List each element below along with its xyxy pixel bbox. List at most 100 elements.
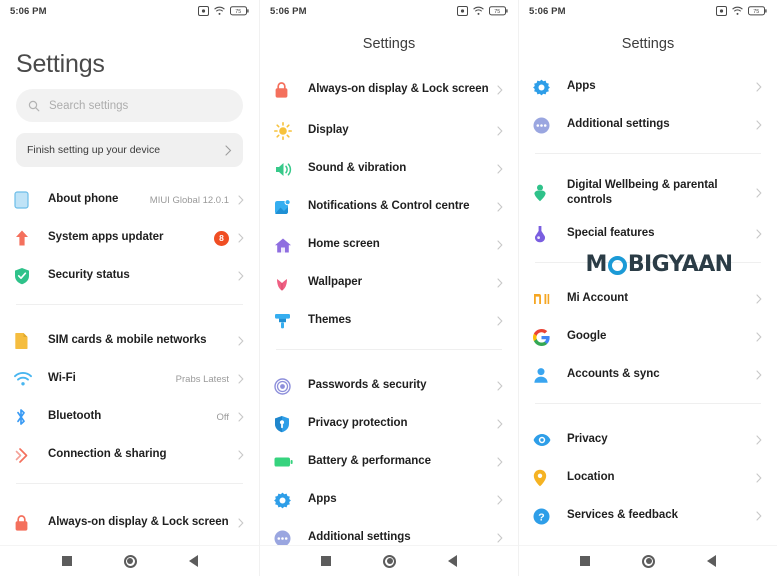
lock-icon: [274, 81, 308, 99]
list-item-special-features[interactable]: Special features: [519, 215, 777, 253]
chevron-right-icon: [495, 164, 504, 174]
list-item-mi-account[interactable]: Mi Account: [519, 280, 777, 318]
svg-text:?: ?: [538, 511, 544, 523]
finish-setup-button[interactable]: Finish setting up your device: [16, 133, 243, 167]
home-button[interactable]: [123, 554, 137, 568]
settings-group: Always-on display & Lock screen: [0, 501, 259, 545]
svg-text:75: 75: [494, 9, 500, 15]
battery-icon: 75: [230, 6, 249, 16]
list-item-about-phone[interactable]: About phone MIUI Global 12.0.1: [0, 181, 259, 219]
list-item-additional-settings[interactable]: Additional settings: [260, 519, 518, 545]
chevron-right-icon: [236, 271, 245, 281]
chevron-right-icon: [236, 374, 245, 384]
list-item-apps[interactable]: Apps: [519, 68, 777, 106]
list-item-label: Google: [567, 330, 607, 343]
list-item-notifications[interactable]: Notifications & Control centre: [260, 188, 518, 226]
setup-promo-container: Finish setting up your device: [0, 122, 259, 167]
list-item-google[interactable]: Google: [519, 318, 777, 356]
chevron-right-icon: [495, 419, 504, 429]
recents-button[interactable]: [61, 556, 72, 566]
chevron-right-icon: [495, 278, 504, 288]
location-pin-icon: [533, 469, 567, 487]
list-item-system-apps-updater[interactable]: System apps updater 8: [0, 219, 259, 257]
settings-list-2: Always-on display & Lock screen Display …: [260, 68, 518, 545]
list-item-connection-sharing[interactable]: Connection & sharing: [0, 436, 259, 474]
list-item-security-status[interactable]: Security status: [0, 257, 259, 295]
list-item-services-feedback[interactable]: ? Services & feedback: [519, 497, 777, 535]
mi-logo-icon: [533, 292, 567, 306]
battery-icon: [274, 456, 308, 468]
chevron-right-icon: [495, 533, 504, 543]
list-item-always-on-display[interactable]: Always-on display & Lock screen: [0, 501, 259, 545]
group-divider: [16, 304, 243, 305]
home-button[interactable]: [383, 554, 396, 568]
list-item-label: SIM cards & mobile networks: [48, 334, 207, 347]
list-item-label: Connection & sharing: [48, 448, 167, 461]
search-placeholder: Search settings: [49, 99, 129, 112]
group-divider: [535, 153, 761, 154]
back-button[interactable]: [448, 555, 457, 567]
status-bar: 5:06 PM 75: [519, 0, 777, 22]
lock-icon: [14, 514, 48, 532]
gear-icon: [274, 492, 308, 509]
list-item-apps[interactable]: Apps: [260, 481, 518, 519]
recents-button[interactable]: [321, 556, 331, 566]
list-item-label: Digital Wellbeing & parental controls: [567, 178, 718, 206]
status-time: 5:06 PM: [529, 5, 566, 17]
chevron-right-icon: [225, 144, 232, 156]
list-item-wifi[interactable]: Wi-Fi Prabs Latest: [0, 360, 259, 398]
three-screenshot-strip: 5:06 PM 75 Settings Search settings Fini…: [0, 0, 777, 576]
google-icon: [533, 328, 567, 346]
list-item-privacy-protection[interactable]: Privacy protection: [260, 405, 518, 443]
list-item-battery-performance[interactable]: Battery & performance: [260, 443, 518, 481]
settings-screen-2: 5:06 PM 75 Settings Always-on display & …: [259, 0, 518, 576]
svg-text:75: 75: [235, 9, 241, 15]
list-item-passwords-security[interactable]: Passwords & security: [260, 367, 518, 405]
chevron-right-icon: [754, 188, 763, 198]
list-item-label: Battery & performance: [308, 455, 431, 468]
list-item-additional-settings[interactable]: Additional settings: [519, 106, 777, 144]
search-input[interactable]: Search settings: [16, 89, 243, 122]
list-item-label: Privacy protection: [308, 417, 408, 430]
settings-group: Digital Wellbeing & parental controls Sp…: [519, 171, 777, 253]
list-item-sound-vibration[interactable]: Sound & vibration: [260, 150, 518, 188]
home-icon: [274, 237, 308, 254]
list-item-sim-cards[interactable]: SIM cards & mobile networks: [0, 322, 259, 360]
list-item-label: About phone: [48, 193, 119, 206]
list-item-accounts-sync[interactable]: Accounts & sync: [519, 356, 777, 394]
phone-icon: [14, 191, 48, 209]
list-item-label: Mi Account: [567, 292, 629, 305]
recents-button[interactable]: [580, 556, 590, 566]
list-item-privacy[interactable]: Privacy: [519, 421, 777, 459]
screenshot-icon: [457, 6, 468, 16]
chevron-right-icon: [236, 195, 245, 205]
finish-setup-label: Finish setting up your device: [27, 144, 161, 156]
wellbeing-icon: [533, 184, 567, 202]
chevron-right-icon: [495, 126, 504, 136]
navigation-bar: [0, 545, 259, 576]
list-item-home-screen[interactable]: Home screen: [260, 226, 518, 264]
list-item-wallpaper[interactable]: Wallpaper: [260, 264, 518, 302]
home-button[interactable]: [642, 554, 655, 568]
chevron-right-icon: [754, 82, 763, 92]
flask-icon: [533, 225, 567, 243]
sim-card-icon: [14, 332, 48, 350]
navigation-bar: [519, 545, 777, 576]
list-item-label: Themes: [308, 314, 352, 327]
settings-group: Privacy Location ? Services & feedback: [519, 421, 777, 535]
search-container: Search settings: [0, 89, 259, 122]
chevron-right-icon: [236, 450, 245, 460]
list-item-location[interactable]: Location: [519, 459, 777, 497]
speaker-icon: [274, 161, 308, 178]
back-button[interactable]: [707, 555, 716, 567]
list-item-label: Apps: [567, 80, 596, 93]
chevron-right-icon: [495, 495, 504, 505]
list-item-display[interactable]: Display: [260, 112, 518, 150]
privacy-shield-icon: [274, 415, 308, 433]
list-item-themes[interactable]: Themes: [260, 302, 518, 340]
list-item-bluetooth[interactable]: Bluetooth Off: [0, 398, 259, 436]
list-item-always-on-display[interactable]: Always-on display & Lock screen: [260, 68, 518, 112]
settings-group: Always-on display & Lock screen Display …: [260, 68, 518, 340]
back-button[interactable]: [188, 555, 198, 567]
list-item-digital-wellbeing[interactable]: Digital Wellbeing & parental controls: [519, 171, 777, 215]
